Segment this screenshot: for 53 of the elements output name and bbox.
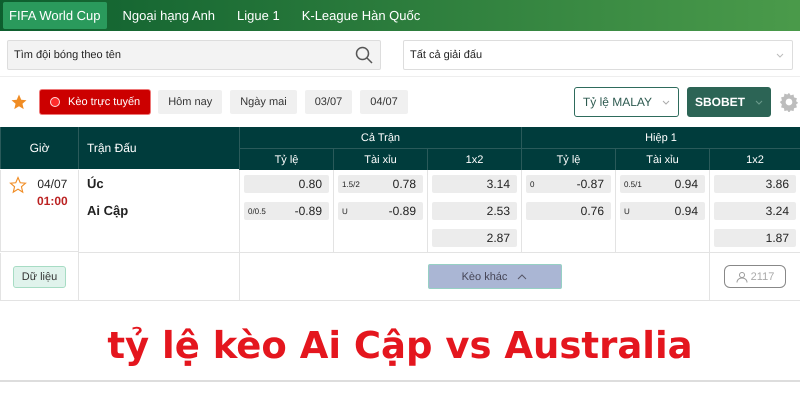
search-icon: [355, 46, 373, 64]
odds-button[interactable]: 3.14: [432, 175, 517, 193]
chevron-icon: [662, 100, 670, 104]
column-header: Giờ: [0, 127, 78, 169]
column-header: Trận Đấu: [78, 127, 239, 169]
odds-button[interactable]: U 0.94: [620, 202, 705, 220]
star-icon[interactable]: [10, 93, 28, 111]
filter-chip[interactable]: Kèo trực tuyến: [40, 90, 150, 114]
column-header: Tỷ lệ: [239, 149, 333, 170]
odds-button[interactable]: 3.86: [714, 175, 796, 193]
column-header: Tỷ lệ: [521, 149, 615, 170]
caption: tỷ lệ kèo Ai Cập vs Australia: [106, 324, 694, 367]
odds-button[interactable]: 0 -0.87: [526, 175, 611, 193]
filter-chip[interactable]: Ngày mai: [230, 90, 297, 114]
league-tab[interactable]: Ligue 1: [231, 2, 286, 29]
odds-button[interactable]: 3.24: [714, 202, 796, 220]
odds-button[interactable]: 1.5/2 0.78: [338, 175, 423, 193]
chevron-icon: [776, 52, 784, 58]
column-header: 1x2: [427, 149, 521, 170]
odds-button[interactable]: 0.80: [244, 175, 329, 193]
filter-chip[interactable]: Hôm nay: [158, 90, 222, 114]
league-tab[interactable]: Ngoại hạng Anh: [116, 2, 222, 29]
filter-chip[interactable]: 04/07: [360, 90, 408, 114]
column-header: 1x2: [709, 149, 800, 170]
chevron-up-icon: [517, 274, 528, 280]
column-group-header: Cả Trận: [239, 127, 521, 149]
league-dropdown[interactable]: Tất cả giải đấu: [403, 40, 793, 70]
odds-button[interactable]: 2.53: [432, 202, 517, 220]
odds-button[interactable]: 0/0.5 -0.89: [244, 202, 329, 220]
settings-icon[interactable]: [779, 92, 799, 112]
data-button[interactable]: Dữ liệu: [12, 266, 66, 288]
star-icon[interactable]: [9, 176, 27, 194]
column-group-header: Hiệp 1: [521, 127, 800, 149]
column-header: Tài xỉu: [333, 149, 427, 170]
more-odds-button[interactable]: Kèo khác: [428, 264, 562, 289]
odds-dropdown[interactable]: Tỷ lệ MALAY: [574, 87, 679, 117]
odds-button[interactable]: 1.87: [714, 229, 796, 247]
odds-button[interactable]: U -0.89: [338, 202, 423, 220]
user-icon: [736, 270, 748, 282]
odds-button[interactable]: 0.5/1 0.94: [620, 175, 705, 193]
team-name: Úc: [87, 176, 105, 191]
column-header: Tài xỉu: [615, 149, 709, 170]
filter-chip[interactable]: 03/07: [304, 90, 352, 114]
odds-button[interactable]: 2.87: [432, 229, 517, 247]
league-tab[interactable]: K-League Hàn Quốc: [296, 2, 426, 29]
odds-dropdown[interactable]: SBOBET: [687, 87, 771, 117]
match-time: 01:00: [37, 194, 68, 208]
chevron-icon: [755, 100, 763, 104]
team-name: Ai Cập: [87, 203, 130, 218]
odds-button[interactable]: 0.76: [526, 202, 611, 220]
search-field[interactable]: Tìm đội bóng theo tên: [7, 40, 381, 70]
league-tab[interactable]: FIFA World Cup: [3, 2, 107, 29]
match-date: 04/07: [37, 177, 68, 191]
